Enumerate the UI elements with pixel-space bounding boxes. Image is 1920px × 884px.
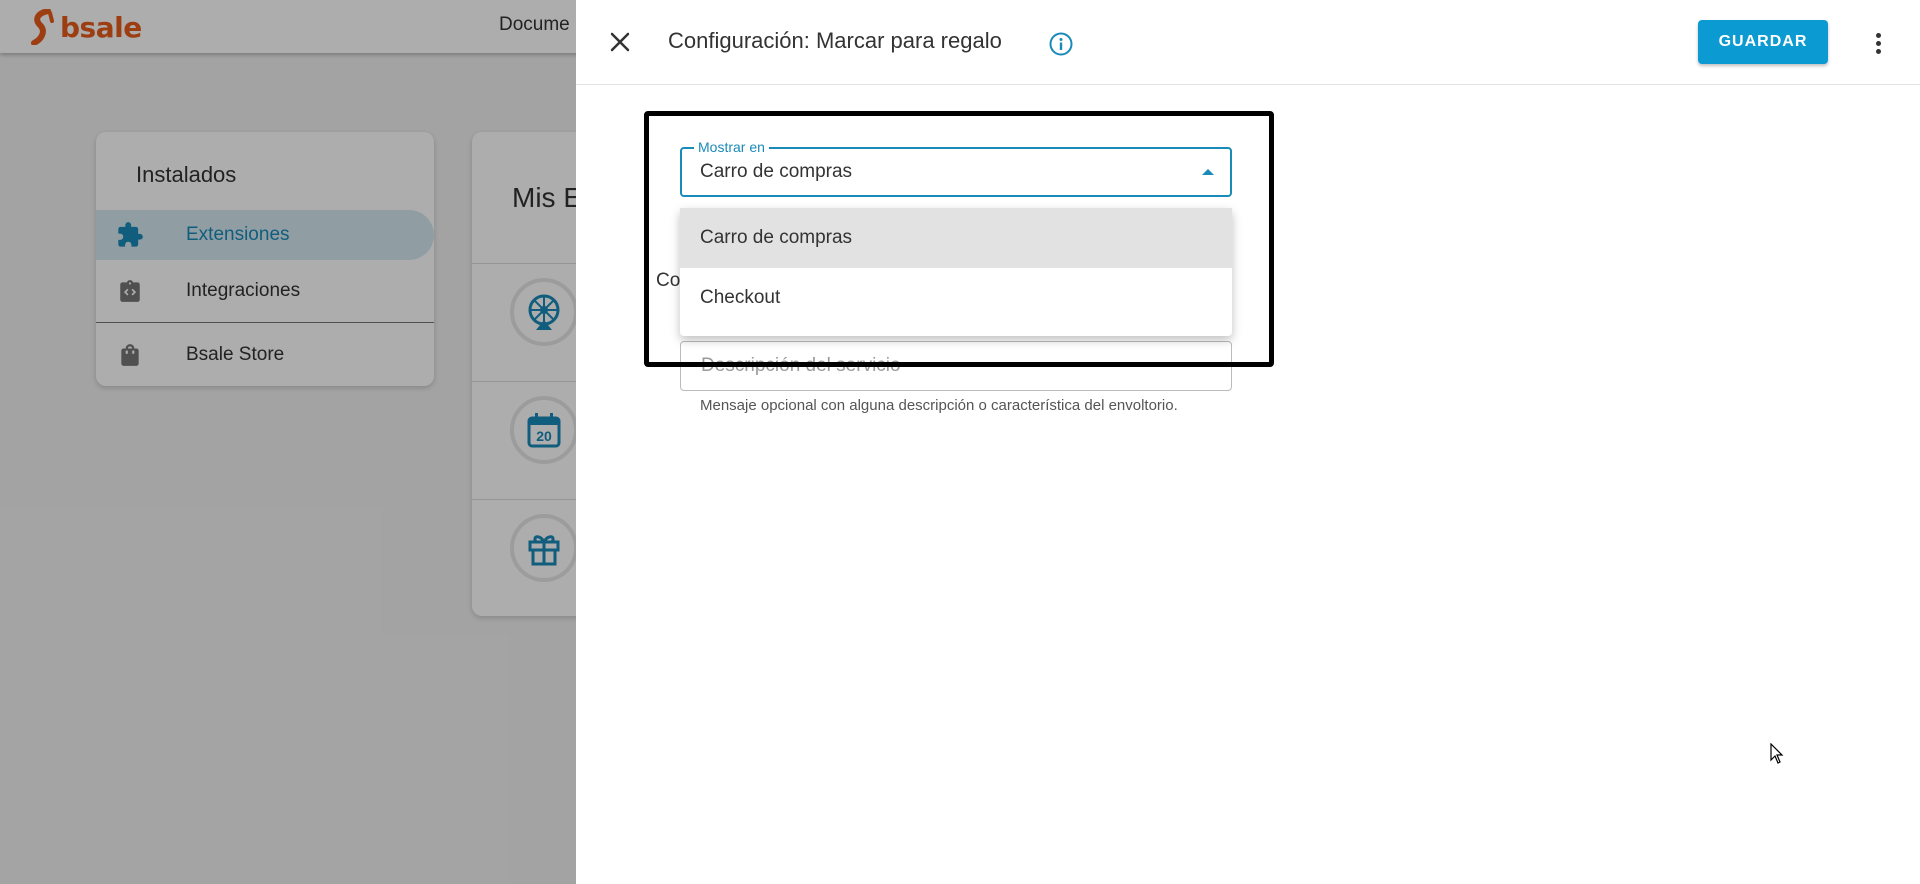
drawer-header: Configuración: Marcar para regalo GUARDA…: [576, 0, 1920, 85]
close-button[interactable]: [604, 26, 636, 58]
save-button[interactable]: GUARDAR: [1698, 20, 1828, 64]
close-icon: [610, 32, 630, 52]
drawer-title: Configuración: Marcar para regalo: [668, 28, 1002, 53]
description-helper-text: Mensaje opcional con alguna descripción …: [700, 397, 1178, 414]
highlight-box: [644, 111, 1274, 367]
mouse-cursor-icon: [1770, 743, 1784, 764]
more-vert-icon: [1875, 32, 1881, 38]
config-drawer: Configuración: Marcar para regalo GUARDA…: [576, 0, 1920, 884]
more-options-button[interactable]: [1866, 27, 1890, 59]
info-icon[interactable]: [1048, 31, 1074, 57]
